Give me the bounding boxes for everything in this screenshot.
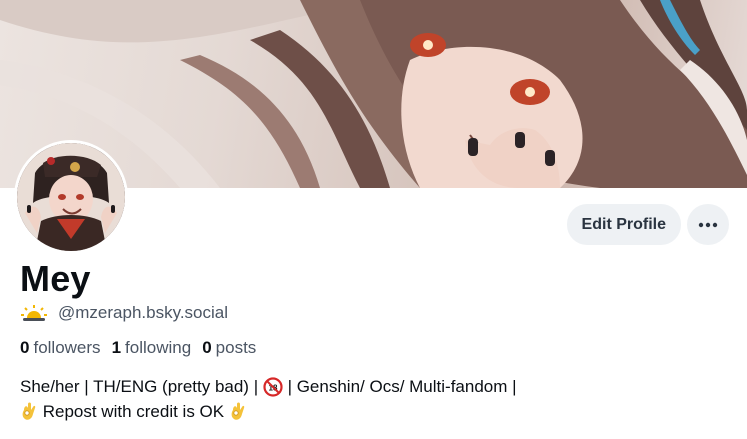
posts-count: 0	[202, 338, 212, 357]
profile-stats: 0 followers 1 following 0 posts	[20, 338, 256, 358]
sun-behind-cloud-icon	[20, 304, 48, 322]
handle-row: @mzeraph.bsky.social	[20, 303, 228, 323]
following-stat[interactable]: 1 following	[112, 338, 192, 358]
avatar-image	[17, 143, 125, 251]
display-name: Mey	[20, 258, 91, 299]
bio-line-1: She/her | TH/ENG (pretty bad) | 18 | Gen…	[20, 374, 517, 399]
following-count: 1	[111, 338, 122, 357]
bio-line-2: Repost with credit is OK	[20, 399, 517, 424]
followers-count: 0	[20, 338, 30, 357]
ok-hand-icon	[229, 402, 247, 422]
posts-stat: 0 posts	[202, 338, 256, 358]
avatar[interactable]	[14, 140, 128, 254]
bio-text-2: Repost with credit is OK	[38, 402, 229, 421]
posts-label: posts	[215, 338, 257, 357]
followers-stat[interactable]: 0 followers	[20, 338, 101, 358]
profile-bio: She/her | TH/ENG (pretty bad) | 18 | Gen…	[20, 374, 517, 424]
edit-profile-button[interactable]: Edit Profile	[566, 204, 681, 245]
following-label: following	[125, 338, 192, 357]
followers-label: followers	[33, 338, 101, 357]
bio-text-1a: She/her | TH/ENG (pretty bad) |	[20, 377, 263, 396]
no-under-18-icon: 18	[263, 376, 283, 397]
bio-text-1b: | Genshin/ Ocs/ Multi-fandom |	[282, 377, 517, 396]
profile-actions: Edit Profile	[566, 204, 729, 245]
more-horizontal-icon	[698, 222, 718, 227]
user-handle[interactable]: @mzeraph.bsky.social	[58, 303, 228, 323]
more-options-button[interactable]	[687, 204, 729, 245]
ok-hand-icon	[20, 402, 38, 422]
